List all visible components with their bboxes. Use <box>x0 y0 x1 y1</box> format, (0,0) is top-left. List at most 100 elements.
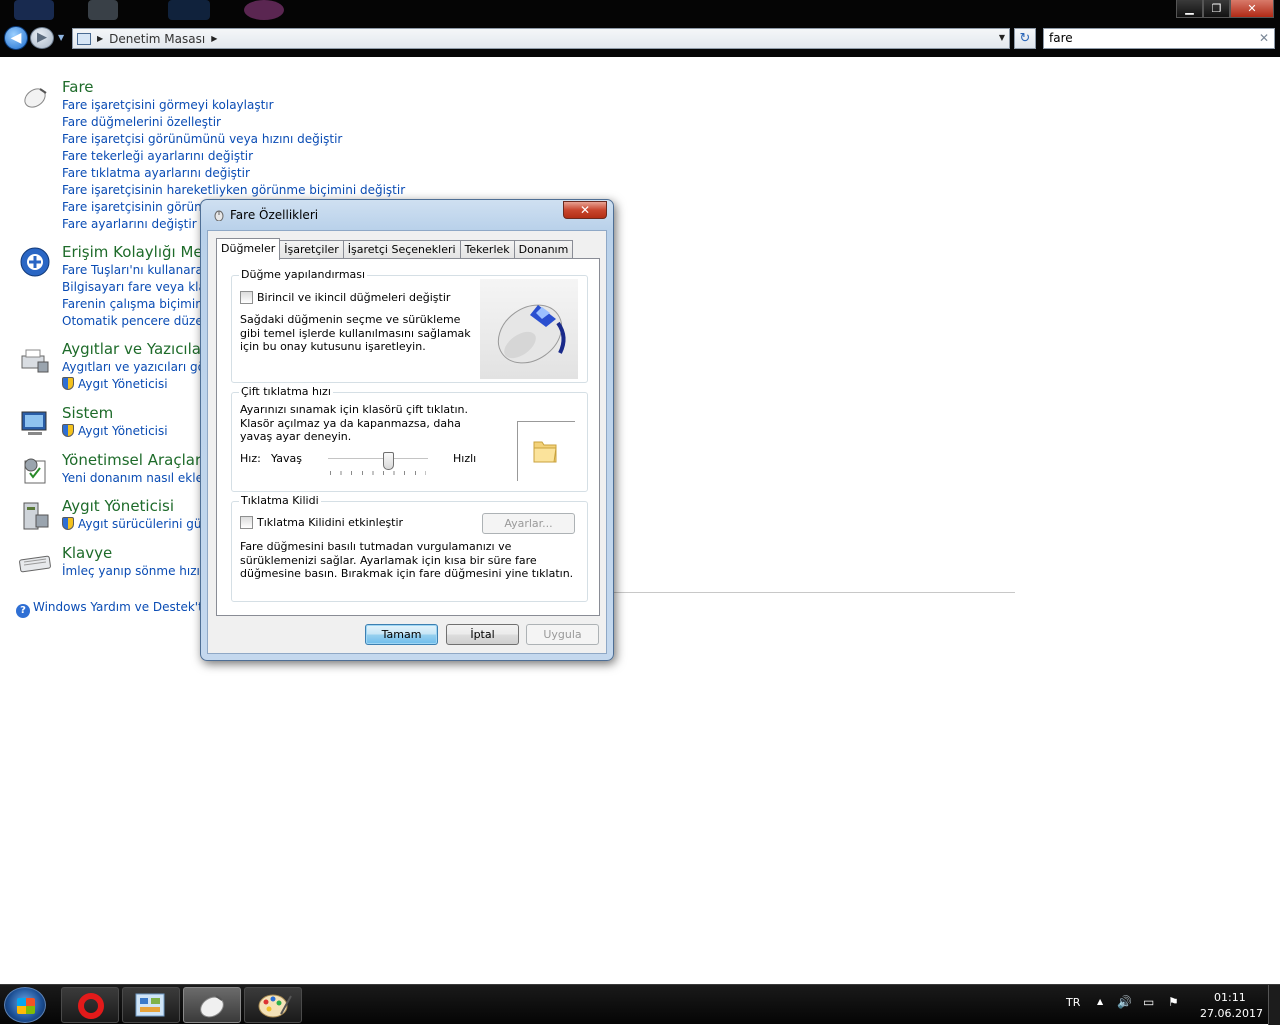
result-link[interactable]: Fare Tuşları'nı kullanarak i <box>62 263 217 277</box>
device-manager-icon[interactable] <box>18 499 52 533</box>
admin-result-link[interactable]: Aygıt Yöneticisi <box>62 424 168 438</box>
clock-time[interactable]: 01:11 <box>1214 991 1246 1004</box>
result-link[interactable]: Fare işaretçisini görmeyi kolaylaştır <box>62 98 274 112</box>
mouse-icon[interactable] <box>18 80 52 114</box>
click-lock-checkbox[interactable]: Tıklatma Kilidini etkinleştir <box>240 516 403 529</box>
keyboard-icon[interactable] <box>18 546 52 580</box>
result-link[interactable]: Fare işaretçisi görünümünü veya hızını d… <box>62 132 342 146</box>
result-link[interactable]: Fare tekerleği ayarlarını değiştir <box>62 149 253 163</box>
folder-icon[interactable] <box>532 436 558 464</box>
action-center-flag-icon[interactable]: ⚑ <box>1168 995 1179 1009</box>
explorer-toolbar: ▁ ❐ ✕ ◀ ▶ ▼ ▶ Denetim Masası ▶ ▼ ↻ fare … <box>0 0 1280 57</box>
dialog-close-button[interactable]: ✕ <box>563 201 607 219</box>
network-icon[interactable]: ▭ <box>1143 995 1154 1009</box>
double-click-group: Çift tıklatma hızı Ayarınızı sınamak içi… <box>231 385 588 492</box>
taskbar-control-panel[interactable] <box>122 987 180 1023</box>
show-desktop-button[interactable] <box>1268 985 1280 1025</box>
category-title[interactable]: Aygıt Yöneticisi <box>62 497 174 515</box>
result-link[interactable]: Yeni donanım nasıl eklenir <box>62 471 219 485</box>
click-lock-description: Fare düğmesini basılı tutmadan vurgulama… <box>240 540 574 580</box>
result-link[interactable]: Otomatik pencere düzenle <box>62 314 221 328</box>
group-label: Düğme yapılandırması <box>239 268 368 281</box>
clear-search-icon[interactable]: ✕ <box>1259 29 1269 48</box>
forward-button[interactable]: ▶ <box>30 27 54 49</box>
tab-buttons[interactable]: Düğmeler <box>216 238 281 260</box>
back-button[interactable]: ◀ <box>4 26 28 50</box>
category-title[interactable]: Erişim Kolaylığı Mer <box>62 243 209 261</box>
category-title[interactable]: Yönetimsel Araçlar <box>62 451 201 469</box>
tab-pointer-options[interactable]: İşaretçi Seçenekleri <box>342 240 461 259</box>
search-value: fare <box>1049 31 1073 45</box>
volume-icon[interactable]: 🔊 <box>1117 995 1132 1009</box>
category-title[interactable]: Fare <box>62 78 94 96</box>
result-link[interactable]: Fare işaretçisinin görünm <box>62 200 213 214</box>
chevron-right-icon[interactable]: ▶ <box>97 34 103 43</box>
result-link[interactable]: Fare ayarlarını değiştir <box>62 217 197 231</box>
uac-shield-icon <box>62 517 74 530</box>
refresh-button[interactable]: ↻ <box>1014 28 1036 49</box>
help-support-link[interactable]: ? Windows Yardım ve Destek'te "f <box>16 600 224 618</box>
checkbox-box[interactable] <box>240 291 253 304</box>
system-icon[interactable] <box>18 406 52 440</box>
tab-wheel[interactable]: Tekerlek <box>459 240 515 259</box>
control-panel-icon <box>135 993 165 1017</box>
click-lock-settings-button[interactable]: Ayarlar... <box>482 513 575 534</box>
start-button[interactable] <box>4 987 46 1023</box>
ease-of-access-icon[interactable] <box>18 245 52 279</box>
desktop-icon-3 <box>168 0 210 20</box>
result-link[interactable]: Fare işaretçisinin hareketliyken görünme… <box>62 183 405 197</box>
show-hidden-icons-icon[interactable]: ▲ <box>1097 997 1103 1006</box>
close-button[interactable]: ✕ <box>1230 0 1274 18</box>
link-text: Aygıt Yöneticisi <box>78 377 168 391</box>
admin-tools-icon[interactable] <box>18 453 52 487</box>
checkbox-box[interactable] <box>240 516 253 529</box>
chevron-right-icon[interactable]: ▶ <box>211 34 217 43</box>
clock-date[interactable]: 27.06.2017 <box>1200 1007 1263 1020</box>
taskbar-opera[interactable] <box>61 987 119 1023</box>
result-link[interactable]: Fare düğmelerini özelleştir <box>62 115 221 129</box>
category-title[interactable]: Klavye <box>62 544 112 562</box>
cancel-button[interactable]: İptal <box>446 624 519 645</box>
minimize-button[interactable]: ▁ <box>1176 0 1203 18</box>
breadcrumb-control-panel[interactable]: Denetim Masası <box>109 32 205 46</box>
paint-palette-icon <box>258 994 292 1018</box>
double-click-speed-slider[interactable] <box>328 458 428 460</box>
fast-label: Hızlı <box>453 452 477 465</box>
result-link[interactable]: İmleç yanıp sönme hızını d <box>62 564 222 578</box>
slider-thumb[interactable] <box>383 452 394 470</box>
button-config-group: Düğme yapılandırması Birincil ve ikincil… <box>231 268 588 383</box>
mouse-preview-image <box>480 279 578 379</box>
apply-button[interactable]: Uygula <box>526 624 599 645</box>
swap-buttons-checkbox[interactable]: Birincil ve ikincil düğmeleri değiştir <box>240 291 450 304</box>
ok-button[interactable]: Tamam <box>365 624 438 645</box>
checkbox-label: Birincil ve ikincil düğmeleri değiştir <box>257 291 451 304</box>
dialog-title: Fare Özellikleri <box>230 208 319 222</box>
maximize-button[interactable]: ❐ <box>1203 0 1230 18</box>
group-label: Çift tıklatma hızı <box>239 385 333 398</box>
result-link[interactable]: Farenin çalışma biçimini d <box>62 297 218 311</box>
language-indicator[interactable]: TR <box>1066 996 1080 1009</box>
category-title[interactable]: Aygıtlar ve Yazıcılar <box>62 340 207 358</box>
admin-result-link[interactable]: Aygıt sürücülerini günc <box>62 517 216 531</box>
arrow-left-icon: ◀ <box>10 30 22 46</box>
search-input[interactable]: fare ✕ <box>1043 28 1275 49</box>
test-folder-area[interactable] <box>517 421 575 481</box>
checkbox-label: Tıklatma Kilidini etkinleştir <box>257 516 404 529</box>
address-bar[interactable]: ▶ Denetim Masası ▶ ▼ <box>72 28 1010 49</box>
uac-shield-icon <box>62 377 74 390</box>
address-dropdown-icon[interactable]: ▼ <box>999 33 1005 42</box>
result-link[interactable]: Fare tıklatma ayarlarını değiştir <box>62 166 250 180</box>
slow-label: Yavaş <box>271 452 302 465</box>
admin-result-link[interactable]: Aygıt Yöneticisi <box>62 377 168 391</box>
recent-pages-dropdown[interactable]: ▼ <box>58 33 64 42</box>
dialog-client: Düğmeler İşaretçiler İşaretçi Seçenekler… <box>207 230 607 654</box>
taskbar: TR ▲ 🔊 ▭ ⚑ 01:11 27.06.2017 <box>0 984 1280 1025</box>
taskbar-mouse-properties[interactable] <box>183 987 241 1023</box>
tab-hardware[interactable]: Donanım <box>513 240 574 259</box>
category-title[interactable]: Sistem <box>62 404 113 422</box>
help-icon: ? <box>16 604 30 618</box>
tab-pointers[interactable]: İşaretçiler <box>279 240 344 259</box>
taskbar-paint[interactable] <box>244 987 302 1023</box>
devices-printers-icon[interactable] <box>18 342 52 376</box>
window-controls: ▁ ❐ ✕ <box>1176 0 1274 18</box>
